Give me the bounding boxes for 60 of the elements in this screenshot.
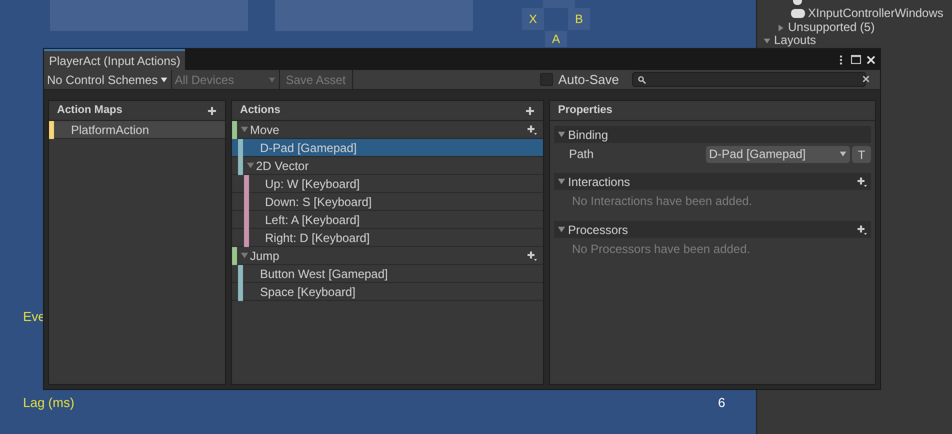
gamepad-button-label: B bbox=[568, 8, 590, 30]
expand-arrow-icon[interactable] bbox=[763, 36, 771, 44]
auto-save-label: Auto-Save bbox=[558, 70, 619, 89]
add-dropdown-icon[interactable] bbox=[527, 124, 537, 134]
field-label: Path bbox=[569, 146, 594, 163]
gamepad-button-label: X bbox=[522, 8, 544, 30]
stat-value: 6 bbox=[718, 394, 726, 412]
action-tree-row[interactable]: Jump bbox=[232, 247, 543, 265]
search-icon bbox=[638, 76, 646, 84]
section-header[interactable]: Processors bbox=[554, 221, 871, 238]
panel-title: Action Maps bbox=[57, 103, 122, 118]
panel-title: Properties bbox=[558, 103, 612, 118]
search-field[interactable] bbox=[632, 72, 866, 87]
dropdown-value: D-Pad [Gamepad] bbox=[709, 146, 806, 163]
add-dropdown-icon[interactable] bbox=[857, 224, 867, 234]
action-tree-row[interactable]: Right: D [Keyboard] bbox=[232, 229, 543, 247]
expand-arrow-icon[interactable] bbox=[240, 125, 249, 134]
action-tree-row[interactable]: Space [Keyboard] bbox=[232, 283, 543, 301]
add-dropdown-icon[interactable] bbox=[527, 250, 537, 260]
dropdown-value: All Devices bbox=[174, 72, 234, 88]
action-tree-row[interactable]: Down: S [Keyboard] bbox=[232, 193, 543, 211]
auto-save-checkbox[interactable] bbox=[540, 73, 554, 86]
action-tree-row[interactable]: 2D Vector bbox=[232, 157, 543, 175]
stat-label: Lag (ms) bbox=[23, 394, 74, 412]
gamepad-icon bbox=[791, 9, 805, 18]
action-tree-row[interactable]: Up: W [Keyboard] bbox=[232, 175, 543, 193]
clear-search-icon[interactable] bbox=[862, 75, 870, 83]
add-icon[interactable] bbox=[525, 106, 535, 116]
action-tree-row[interactable]: D-Pad [Gamepad] bbox=[232, 139, 543, 157]
color-strip bbox=[49, 120, 54, 138]
caret-icon bbox=[839, 150, 847, 158]
expand-arrow-icon[interactable] bbox=[557, 177, 566, 186]
path-dropdown[interactable]: D-Pad [Gamepad] bbox=[706, 146, 850, 162]
add-icon[interactable] bbox=[207, 106, 217, 116]
empty-message: No Interactions have been added. bbox=[571, 193, 752, 210]
mouse-icon bbox=[793, 0, 802, 5]
text-mode-button[interactable]: T bbox=[852, 146, 871, 162]
add-dropdown-icon[interactable] bbox=[857, 176, 867, 186]
caret-icon bbox=[160, 76, 168, 84]
close-icon[interactable] bbox=[866, 54, 876, 64]
tree-item[interactable]: Unsupported (5) bbox=[788, 21, 875, 34]
action-map-row[interactable]: PlatformAction bbox=[49, 121, 225, 139]
caret-icon bbox=[268, 76, 276, 84]
maximize-icon[interactable] bbox=[851, 55, 861, 64]
action-tree-row[interactable]: Button West [Gamepad] bbox=[232, 265, 543, 283]
expand-arrow-icon[interactable] bbox=[557, 130, 566, 139]
section-header[interactable]: Interactions bbox=[554, 173, 871, 190]
window-tab[interactable]: PlayerAct (Input Actions) bbox=[44, 49, 186, 70]
gamepad-button-label: A bbox=[545, 31, 567, 47]
empty-message: No Processors have been added. bbox=[571, 241, 750, 258]
tree-item[interactable]: Layouts bbox=[774, 34, 816, 47]
expand-arrow-icon[interactable] bbox=[777, 24, 785, 32]
expand-arrow-icon[interactable] bbox=[557, 225, 566, 234]
expand-arrow-icon[interactable] bbox=[246, 161, 255, 170]
tree-item[interactable]: XInputControllerWindows bbox=[808, 7, 944, 20]
expand-arrow-icon[interactable] bbox=[240, 251, 249, 260]
action-tree-row[interactable]: Left: A [Keyboard] bbox=[232, 211, 543, 229]
section-header[interactable]: Binding bbox=[554, 126, 871, 143]
dropdown-value: No Control Schemes bbox=[47, 72, 158, 88]
panel-title: Actions bbox=[240, 103, 280, 118]
